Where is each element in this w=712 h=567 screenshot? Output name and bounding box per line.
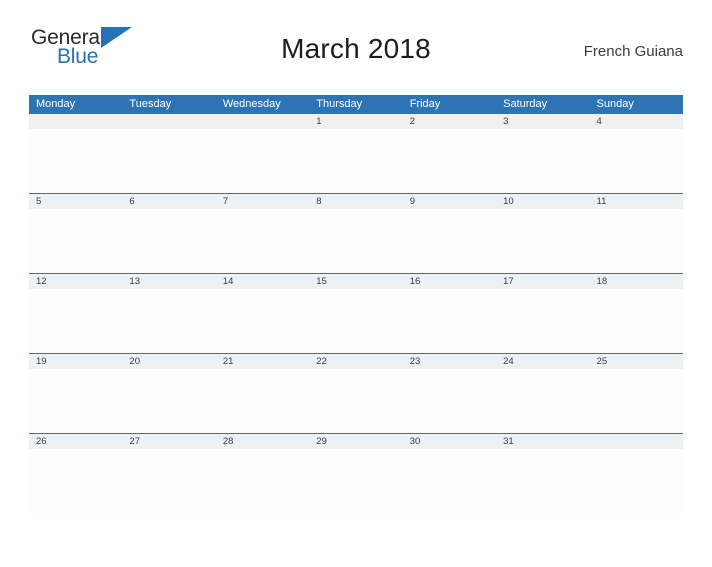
day-note-area[interactable] bbox=[122, 209, 215, 273]
day-note-area[interactable] bbox=[309, 129, 402, 193]
day-number[interactable] bbox=[590, 434, 683, 449]
day-note-area[interactable] bbox=[216, 449, 309, 513]
day-note-area[interactable] bbox=[122, 449, 215, 513]
weekday-tuesday: Tuesday bbox=[129, 98, 172, 110]
day-number[interactable]: 13 bbox=[122, 274, 215, 289]
day-note-area[interactable] bbox=[590, 369, 683, 433]
day-note-area[interactable] bbox=[403, 129, 496, 193]
day-number[interactable]: 7 bbox=[216, 194, 309, 209]
day-number[interactable]: 2 bbox=[403, 114, 496, 129]
calendar-week-row: 5 6 7 8 9 10 11 bbox=[29, 193, 683, 273]
day-note-area[interactable] bbox=[216, 209, 309, 273]
day-number[interactable]: 8 bbox=[309, 194, 402, 209]
region-label: French Guiana bbox=[583, 43, 683, 60]
day-number[interactable]: 16 bbox=[403, 274, 496, 289]
day-note-area[interactable] bbox=[29, 209, 122, 273]
week-date-strip: 1 2 3 4 bbox=[29, 114, 683, 129]
day-number[interactable]: 27 bbox=[122, 434, 215, 449]
day-note-area[interactable] bbox=[29, 449, 122, 513]
day-note-area[interactable] bbox=[496, 129, 589, 193]
day-number[interactable]: 21 bbox=[216, 354, 309, 369]
day-note-area[interactable] bbox=[309, 369, 402, 433]
day-number[interactable]: 19 bbox=[29, 354, 122, 369]
week-date-strip: 19 20 21 22 23 24 25 bbox=[29, 354, 683, 369]
day-number[interactable]: 26 bbox=[29, 434, 122, 449]
day-number[interactable] bbox=[122, 114, 215, 129]
calendar-week-row: 19 20 21 22 23 24 25 bbox=[29, 353, 683, 433]
weekday-monday: Monday bbox=[36, 98, 76, 110]
week-date-strip: 12 13 14 15 16 17 18 bbox=[29, 274, 683, 289]
day-number[interactable]: 31 bbox=[496, 434, 589, 449]
day-note-area[interactable] bbox=[496, 209, 589, 273]
calendar-week-row: 12 13 14 15 16 17 18 bbox=[29, 273, 683, 353]
week-body-strip bbox=[29, 369, 683, 433]
day-number[interactable]: 18 bbox=[590, 274, 683, 289]
day-number[interactable]: 15 bbox=[309, 274, 402, 289]
day-number[interactable]: 30 bbox=[403, 434, 496, 449]
day-note-area[interactable] bbox=[403, 369, 496, 433]
day-number[interactable]: 25 bbox=[590, 354, 683, 369]
day-note-area[interactable] bbox=[29, 369, 122, 433]
day-number[interactable]: 22 bbox=[309, 354, 402, 369]
day-note-area[interactable] bbox=[403, 289, 496, 353]
day-note-area[interactable] bbox=[29, 129, 122, 193]
day-note-area[interactable] bbox=[496, 289, 589, 353]
day-note-area[interactable] bbox=[309, 209, 402, 273]
day-note-area[interactable] bbox=[216, 369, 309, 433]
day-number[interactable]: 3 bbox=[496, 114, 589, 129]
day-number[interactable]: 6 bbox=[122, 194, 215, 209]
day-number[interactable] bbox=[29, 114, 122, 129]
day-note-area[interactable] bbox=[496, 449, 589, 513]
weekday-thursday: Thursday bbox=[316, 98, 363, 110]
day-note-area[interactable] bbox=[309, 449, 402, 513]
day-note-area[interactable] bbox=[590, 289, 683, 353]
day-number[interactable]: 23 bbox=[403, 354, 496, 369]
day-note-area[interactable] bbox=[590, 209, 683, 273]
weekday-sunday: Sunday bbox=[596, 98, 634, 110]
calendar-grid: Monday Tuesday Wednesday Thursday Friday… bbox=[29, 95, 683, 513]
day-note-area[interactable] bbox=[590, 449, 683, 513]
page-header: General Blue March 2018 French Guiana bbox=[29, 17, 683, 77]
day-number[interactable]: 24 bbox=[496, 354, 589, 369]
week-body-strip bbox=[29, 289, 683, 353]
day-note-area[interactable] bbox=[29, 289, 122, 353]
day-number[interactable]: 12 bbox=[29, 274, 122, 289]
day-number[interactable]: 4 bbox=[590, 114, 683, 129]
day-number[interactable]: 10 bbox=[496, 194, 589, 209]
day-number[interactable]: 11 bbox=[590, 194, 683, 209]
day-number[interactable]: 1 bbox=[309, 114, 402, 129]
week-body-strip bbox=[29, 209, 683, 273]
week-date-strip: 5 6 7 8 9 10 11 bbox=[29, 194, 683, 209]
day-number[interactable]: 28 bbox=[216, 434, 309, 449]
day-note-area[interactable] bbox=[496, 369, 589, 433]
week-date-strip: 26 27 28 29 30 31 bbox=[29, 434, 683, 449]
weekday-friday: Friday bbox=[409, 98, 441, 110]
day-note-area[interactable] bbox=[122, 289, 215, 353]
day-note-area[interactable] bbox=[590, 129, 683, 193]
day-number[interactable] bbox=[216, 114, 309, 129]
calendar-week-row: 26 27 28 29 30 31 bbox=[29, 433, 683, 513]
calendar-week-row: 1 2 3 4 bbox=[29, 113, 683, 193]
week-body-strip bbox=[29, 449, 683, 513]
day-number[interactable]: 17 bbox=[496, 274, 589, 289]
day-number[interactable]: 29 bbox=[309, 434, 402, 449]
day-note-area[interactable] bbox=[309, 289, 402, 353]
weekday-saturday: Saturday bbox=[503, 98, 548, 110]
day-note-area[interactable] bbox=[122, 129, 215, 193]
day-number[interactable]: 20 bbox=[122, 354, 215, 369]
weekday-header-row: Monday Tuesday Wednesday Thursday Friday… bbox=[29, 95, 683, 113]
week-body-strip bbox=[29, 129, 683, 193]
day-note-area[interactable] bbox=[216, 289, 309, 353]
day-number[interactable]: 14 bbox=[216, 274, 309, 289]
day-note-area[interactable] bbox=[403, 209, 496, 273]
day-note-area[interactable] bbox=[122, 369, 215, 433]
day-note-area[interactable] bbox=[216, 129, 309, 193]
day-number[interactable]: 9 bbox=[403, 194, 496, 209]
weekday-wednesday: Wednesday bbox=[222, 98, 281, 110]
day-note-area[interactable] bbox=[403, 449, 496, 513]
day-number[interactable]: 5 bbox=[29, 194, 122, 209]
